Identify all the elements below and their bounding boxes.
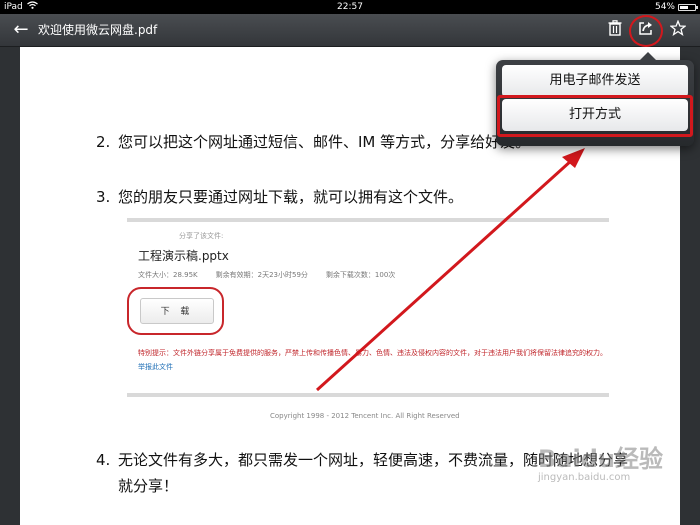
- report-link[interactable]: 举报此文件: [138, 363, 173, 371]
- list-text: 您可以把这个网址通过短信、邮件、IM 等方式，分享给好友。: [118, 133, 531, 151]
- share-to-label: 分享了该文件:: [179, 232, 224, 240]
- star-icon[interactable]: [668, 19, 688, 40]
- list-item-2: 2. 您可以把这个网址通过短信、邮件、IM 等方式，分享给好友。: [96, 131, 530, 152]
- email-send-button[interactable]: 用电子邮件发送: [502, 65, 688, 97]
- trash-icon[interactable]: [605, 20, 625, 40]
- validity: 剩余有效期：2天23小时59分: [215, 271, 308, 279]
- battery-percent: 54%: [654, 2, 675, 12]
- notice-body: 特别提示：文件外链分享属于免费提供的服务，严禁上传和传播色情、暴力、色情、违法及…: [138, 349, 607, 357]
- back-arrow-icon[interactable]: ←: [10, 18, 32, 42]
- document-title: 欢迎使用微云网盘.pdf: [38, 23, 158, 37]
- list-number: 3.: [96, 188, 111, 206]
- share-annotation-circle: [629, 15, 663, 47]
- file-size: 文件大小：28.95K: [138, 271, 198, 279]
- clock: 22:57: [337, 2, 363, 12]
- battery-icon: [678, 3, 698, 11]
- list-item-3: 3. 您的朋友只要通过网址下载，就可以拥有这个文件。: [96, 186, 463, 207]
- list-number: 4.: [96, 451, 111, 469]
- watermark-brand: Baidu经验: [538, 445, 663, 473]
- shared-file-name: 工程演示稿.pptx: [138, 249, 229, 263]
- watermark-url: jingyan.baidu.com: [538, 472, 631, 483]
- open-with-annotation-box: [497, 95, 693, 137]
- status-right: 54%: [654, 0, 698, 14]
- divider: [127, 393, 609, 397]
- status-bar: iPad 22:57 54%: [0, 0, 700, 14]
- download-annotation-circle: [127, 287, 224, 335]
- notice-text: 特别提示：文件外链分享属于免费提供的服务，严禁上传和传播色情、暴力、色情、违法及…: [138, 346, 608, 374]
- list-item-4-continuation: 就分享！: [118, 477, 179, 495]
- file-meta: 文件大小：28.95K 剩余有效期：2天23小时59分 剩余下载次数：100次: [138, 270, 395, 280]
- download-count: 剩余下载次数：100次: [325, 271, 396, 279]
- divider: [127, 218, 609, 222]
- list-number: 2.: [96, 133, 111, 151]
- toolbar: ← 欢迎使用微云网盘.pdf: [0, 14, 700, 47]
- watermark: Baidu经验 jingyan.baidu.com: [538, 446, 663, 484]
- copyright-text: Copyright 1998 - 2012 Tencent Inc. All R…: [270, 412, 460, 420]
- list-text: 您的朋友只要通过网址下载，就可以拥有这个文件。: [118, 188, 464, 206]
